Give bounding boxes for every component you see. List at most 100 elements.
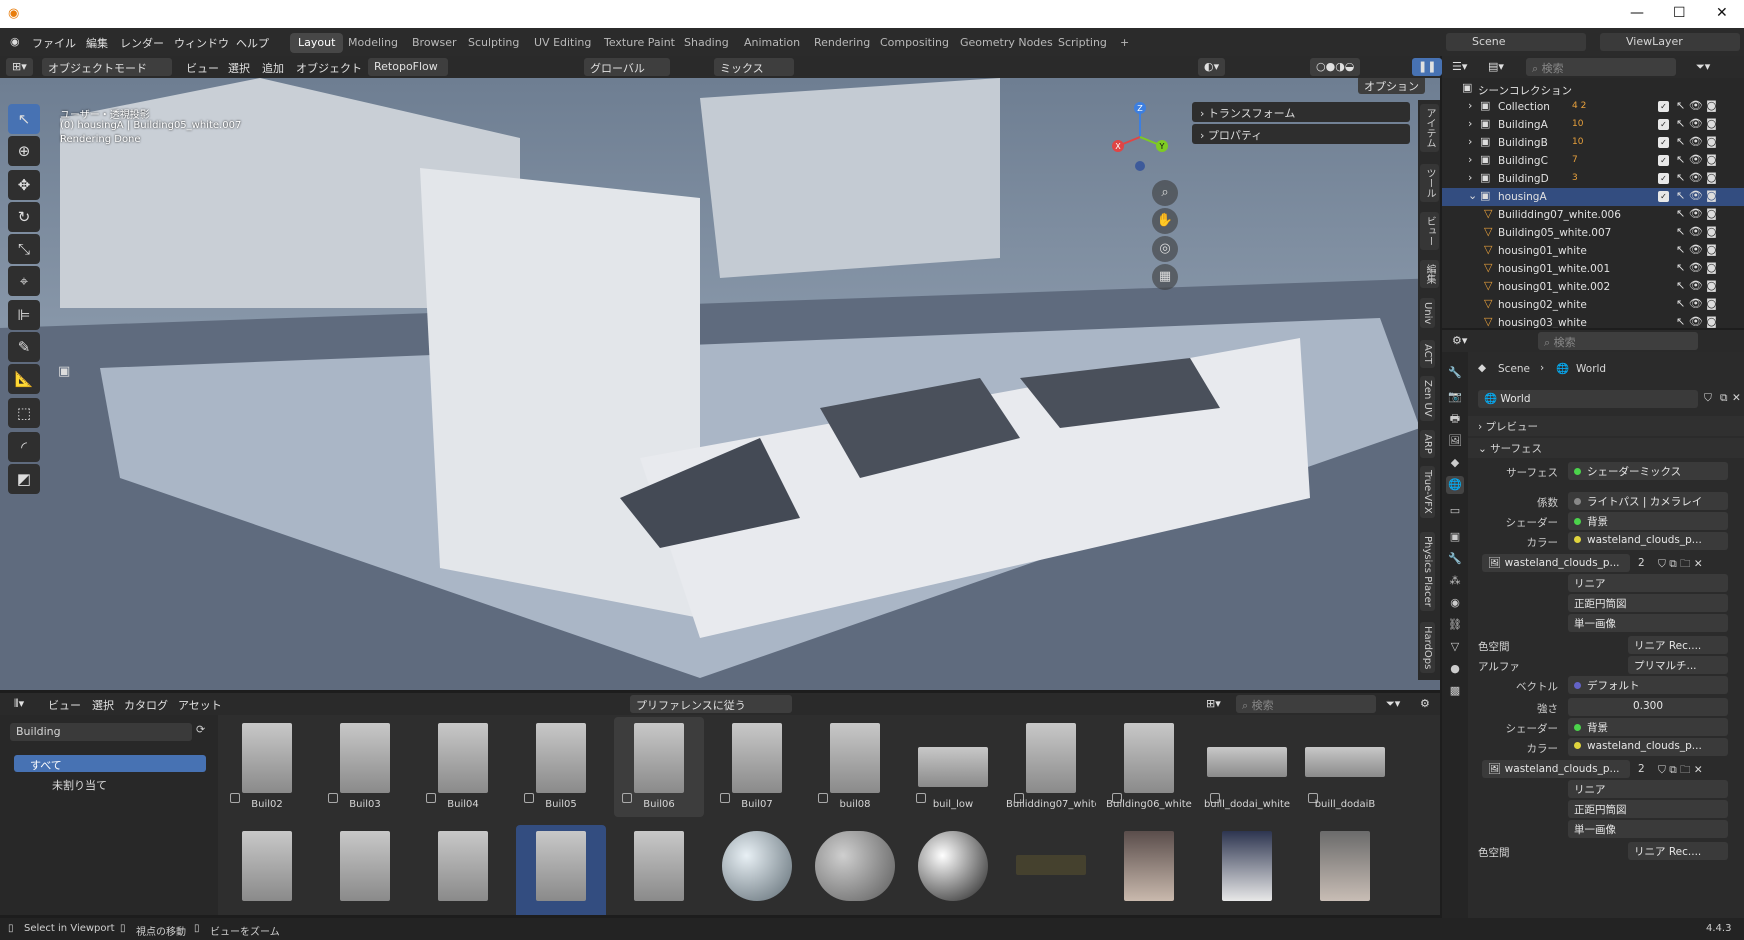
tab-view[interactable]: ビュー bbox=[1420, 212, 1439, 250]
asset-item[interactable]: Buil05 bbox=[516, 717, 606, 817]
tab-arp[interactable]: ARP bbox=[1420, 430, 1435, 458]
asset-library-dropdown[interactable]: Building bbox=[10, 723, 192, 741]
overlay-icon[interactable]: ◐▾ bbox=[1198, 58, 1226, 76]
asset-item[interactable] bbox=[908, 825, 998, 915]
npanel-transform[interactable]: › トランスフォーム bbox=[1192, 102, 1410, 122]
outliner-editor-icon[interactable]: ☰▾ bbox=[1446, 58, 1473, 76]
colorspace-dropdown[interactable]: リニア Rec.... bbox=[1628, 636, 1728, 654]
projection-dropdown[interactable]: 正距円筒図 bbox=[1568, 594, 1728, 612]
menu-window[interactable]: ウィンドウ bbox=[174, 35, 229, 51]
image-actions-icon[interactable]: ⛉ ⧉ 🗀 ✕ bbox=[1658, 556, 1703, 574]
menu-select[interactable]: 選択 bbox=[222, 58, 256, 76]
outliner-row[interactable]: › ▣ BuildingA 10 ✓ ↖ 👁 ◙ bbox=[1442, 116, 1744, 134]
tab-sculpting[interactable]: Sculpting bbox=[460, 33, 527, 53]
navigation-gizmo[interactable]: Z X Y bbox=[1110, 102, 1170, 172]
transform-tool-icon[interactable]: ⌖ bbox=[8, 266, 40, 296]
outliner-row[interactable]: ▽ housing03_white ↖ 👁 ◙ bbox=[1442, 314, 1744, 328]
asset-item[interactable] bbox=[516, 825, 606, 915]
shader-field[interactable]: 背景 bbox=[1568, 512, 1728, 530]
tab-true-vfx[interactable]: True-VFX bbox=[1420, 466, 1435, 518]
catalog-all[interactable]: すべて bbox=[14, 755, 206, 772]
menu-file[interactable]: ファイル bbox=[32, 35, 76, 51]
menu-add[interactable]: 追加 bbox=[256, 58, 290, 76]
shading-modes-icon[interactable]: ○●◑◒ bbox=[1310, 58, 1361, 76]
constraints-tab-icon[interactable]: ⛓ bbox=[1446, 616, 1464, 634]
snap-selector[interactable]: ミックス bbox=[714, 58, 794, 76]
tab-browser[interactable]: Browser bbox=[404, 33, 465, 53]
outliner-root[interactable]: ▣ シーンコレクション bbox=[1442, 80, 1744, 98]
menu-view[interactable]: ビュー bbox=[180, 58, 225, 76]
panel-surface[interactable]: ⌄ サーフェス bbox=[1468, 438, 1744, 458]
asset-menu-select[interactable]: 選択 bbox=[86, 695, 120, 713]
tab-univ[interactable]: Univ bbox=[1420, 298, 1435, 329]
hardops-tool-icon[interactable]: ◩ bbox=[8, 464, 40, 494]
asset-item[interactable] bbox=[614, 825, 704, 915]
select-tool-icon[interactable]: ↖ bbox=[8, 104, 40, 134]
zoom-icon[interactable]: ⌕ bbox=[1152, 180, 1178, 206]
colorspace2-dropdown[interactable]: リニア Rec.... bbox=[1628, 842, 1728, 860]
projection2-dropdown[interactable]: 正距円筒図 bbox=[1568, 800, 1728, 818]
asset-item[interactable]: Buil04 bbox=[418, 717, 508, 817]
asset-item[interactable]: Buil03 bbox=[320, 717, 410, 817]
outliner-row[interactable]: ▽ Builidding07_white.006 ↖ 👁 ◙ bbox=[1442, 206, 1744, 224]
color2-field[interactable]: wasteland_clouds_p... bbox=[1568, 738, 1728, 756]
world-datablock-field[interactable]: 🌐 World bbox=[1478, 390, 1698, 408]
asset-item[interactable]: Buil06 bbox=[614, 717, 704, 817]
align-tool-icon[interactable]: ⊫ bbox=[8, 300, 40, 330]
fac-field[interactable]: ライトパス | カメラレイ bbox=[1568, 492, 1728, 510]
tab-layout[interactable]: Layout bbox=[290, 33, 344, 53]
strength-field[interactable]: 0.300 bbox=[1568, 698, 1728, 716]
outliner-row[interactable]: ▽ housing01_white.002 ↖ 👁 ◙ bbox=[1442, 278, 1744, 296]
tab-zen-uv[interactable]: Zen UV bbox=[1420, 376, 1435, 421]
tab-geometry-nodes[interactable]: Geometry Nodes bbox=[952, 33, 1061, 53]
panel-preview[interactable]: › プレビュー bbox=[1468, 416, 1744, 436]
npanel-properties[interactable]: › プロパティ bbox=[1192, 124, 1410, 144]
view-layer-tab-icon[interactable]: 🖼 bbox=[1446, 432, 1464, 450]
maximize-icon[interactable]: ☐ bbox=[1673, 5, 1686, 21]
asset-item[interactable]: Buil07 bbox=[712, 717, 802, 817]
display-mode-icon[interactable]: ⊞▾ bbox=[1200, 695, 1227, 713]
menu-render[interactable]: レンダー bbox=[120, 35, 164, 51]
outliner-row-active[interactable]: ⌄ ▣ housingA ✓ ↖ 👁 ◙ bbox=[1442, 188, 1744, 206]
interpolation-dropdown[interactable]: リニア bbox=[1568, 574, 1728, 592]
particles-tab-icon[interactable]: ⁂ bbox=[1446, 572, 1464, 590]
asset-item[interactable] bbox=[1104, 825, 1194, 915]
object-tab-icon[interactable]: ▣ bbox=[1446, 528, 1464, 546]
tab-item[interactable]: アイテム bbox=[1420, 104, 1439, 152]
move-tool-icon[interactable]: ✥ bbox=[8, 170, 40, 200]
output-tab-icon[interactable]: 🖶 bbox=[1446, 410, 1464, 428]
tab-edit[interactable]: 編集 bbox=[1420, 260, 1439, 288]
refresh-icon[interactable]: ⟳ bbox=[196, 723, 205, 736]
tab-modeling[interactable]: Modeling bbox=[340, 33, 406, 53]
add-cube-tool-icon[interactable]: ⬚ bbox=[8, 398, 40, 428]
asset-item[interactable]: buill_dodaiB bbox=[1300, 717, 1390, 817]
asset-menu-catalog[interactable]: カタログ bbox=[118, 695, 174, 713]
asset-item[interactable]: buil08 bbox=[810, 717, 900, 817]
measure-tool-icon[interactable]: 📐 bbox=[8, 364, 40, 394]
pause-render-icon[interactable]: ❚❚ bbox=[1412, 58, 1443, 76]
catalog-unassigned[interactable]: 未割り当て bbox=[36, 775, 123, 795]
cursor-tool-icon[interactable]: ⊕ bbox=[8, 136, 40, 166]
blender-menu-icon[interactable]: ◉ bbox=[10, 35, 20, 48]
menu-help[interactable]: ヘルプ bbox=[236, 35, 269, 51]
asset-editor-type-icon[interactable]: ⫴▾ bbox=[8, 695, 30, 713]
asset-menu-view[interactable]: ビュー bbox=[42, 695, 87, 713]
image2-actions-icon[interactable]: ⛉ ⧉ 🗀 ✕ bbox=[1658, 762, 1703, 780]
retopoflow-button[interactable]: RetopoFlow bbox=[368, 58, 448, 76]
asset-menu-asset[interactable]: アセット bbox=[172, 695, 228, 713]
alpha-dropdown[interactable]: プリマルチ... bbox=[1628, 656, 1728, 674]
tab-rendering[interactable]: Rendering bbox=[806, 33, 878, 53]
asset-item[interactable] bbox=[1300, 825, 1390, 915]
outliner-row[interactable]: › ▣ BuildingB 10 ✓ ↖ 👁 ◙ bbox=[1442, 134, 1744, 152]
outliner-row[interactable]: › ▣ Collection 4 2 ✓ ↖ 👁 ◙ bbox=[1442, 98, 1744, 116]
texture-tab-icon[interactable]: ▩ bbox=[1446, 682, 1464, 700]
outliner-row[interactable]: ▽ housing01_white.001 ↖ 👁 ◙ bbox=[1442, 260, 1744, 278]
camera-view-icon[interactable]: ◎ bbox=[1152, 236, 1178, 262]
mode-selector[interactable]: オブジェクトモード bbox=[42, 58, 172, 76]
curve-tool-icon[interactable]: ◜ bbox=[8, 432, 40, 462]
data-tab-icon[interactable]: ▽ bbox=[1446, 638, 1464, 656]
pan-hand-icon[interactable]: ✋ bbox=[1152, 208, 1178, 234]
fake-user-shield-icon[interactable]: ⛉ bbox=[1704, 392, 1712, 405]
outliner-row[interactable]: ▽ Building05_white.007 ↖ 👁 ◙ bbox=[1442, 224, 1744, 242]
asset-item[interactable] bbox=[1006, 825, 1096, 915]
